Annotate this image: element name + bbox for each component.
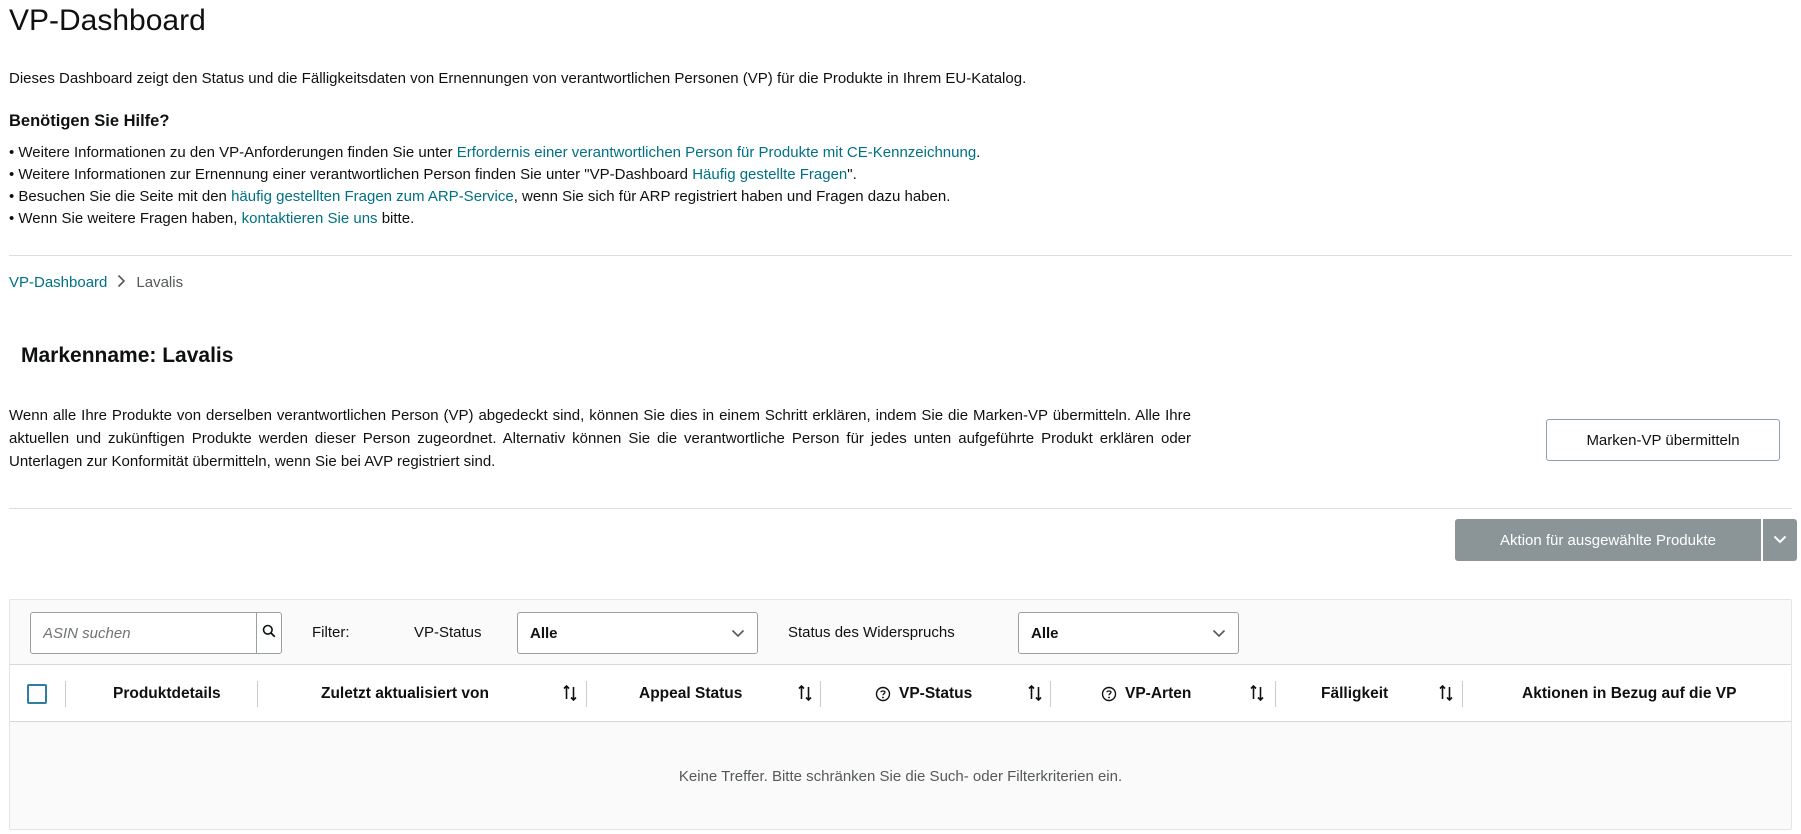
column-header-last-updated: Zuletzt aktualisiert von [321,685,489,702]
breadcrumb: VP-Dashboard Lavalis [9,274,183,291]
help-line-text: • Weitere Informationen zur Ernennung ei… [9,166,693,183]
column-divider [1462,681,1463,707]
column-header-due: Fälligkeit [1321,685,1389,702]
help-line-text: • Besuchen Sie die Seite mit den [9,188,232,205]
help-line-text: bitte. [377,210,415,227]
column-header-actions: Aktionen in Bezug auf die VP [1522,685,1737,702]
column-divider [820,681,821,707]
column-header-vp-status-wrap: VP-Status [875,665,972,723]
divider [9,508,1792,509]
help-line-text: • Wenn Sie weitere Fragen haben, [9,210,242,227]
column-header-appeal-status: Appeal Status [639,685,743,702]
filter-label: Filter: [312,624,350,641]
search-icon [262,624,276,643]
help-line-text: , wenn Sie sich für ARP registriert habe… [513,188,951,205]
column-header-product-details: Produktdetails [113,685,221,702]
column-divider [1275,681,1276,707]
column-divider [257,681,258,707]
chevron-down-icon [731,625,745,642]
column-divider [65,681,66,707]
vp-status-select-value: Alle [530,624,558,642]
sort-icon[interactable] [1250,683,1264,708]
vp-status-filter-label: VP-Status [414,624,482,641]
vp-status-select[interactable]: Alle [517,612,758,654]
column-header-vp-status: VP-Status [899,685,973,702]
column-divider [586,681,587,707]
intro-text: Dieses Dashboard zeigt den Status und di… [9,70,1027,87]
sort-icon[interactable] [1439,683,1453,708]
bulk-action-button[interactable]: Aktion für ausgewählte Produkte [1455,519,1761,561]
help-heading: Benötigen Sie Hilfe? [9,112,170,130]
help-line-text: ". [847,166,857,183]
help-line-text: • Weitere Informationen zu den VP-Anford… [9,144,457,161]
bulk-action-dropdown-toggle[interactable] [1763,519,1797,561]
page-title: VP-Dashboard [9,4,206,37]
sort-icon[interactable] [1028,683,1042,708]
help-line-faq: • Weitere Informationen zur Ernennung ei… [9,166,857,183]
breadcrumb-current: Lavalis [136,274,184,291]
brand-description: Wenn alle Ihre Produkte von derselben ve… [9,407,1191,470]
chevron-down-icon [1773,531,1787,549]
help-circle-icon[interactable] [1101,686,1117,702]
column-header-vp-types-wrap: VP-Arten [1101,665,1191,723]
search-button[interactable] [256,613,281,653]
column-header-vp-types: VP-Arten [1125,685,1192,702]
ce-requirement-link[interactable]: Erfordernis einer verantwortlichen Perso… [457,144,976,161]
breadcrumb-root-link[interactable]: VP-Dashboard [9,274,107,291]
divider [9,255,1792,256]
table-header: Produktdetails Zuletzt aktualisiert von … [10,664,1791,722]
help-line-text: . [976,144,981,161]
select-all-checkbox[interactable] [27,684,47,704]
appeal-status-select-value: Alle [1031,624,1059,642]
help-circle-icon[interactable] [875,686,891,702]
appeal-status-filter-label: Status des Widerspruchs [788,624,955,641]
help-line-requirements: • Weitere Informationen zu den VP-Anford… [9,144,980,161]
faq-link[interactable]: Häufig gestellte Fragen [692,166,847,183]
chevron-down-icon [1212,625,1226,642]
help-line-arp: • Besuchen Sie die Seite mit den häufig … [9,188,950,205]
arp-faq-link[interactable]: häufig gestellten Fragen zum ARP-Service [231,188,514,205]
submit-brand-vp-button[interactable]: Marken-VP übermitteln [1546,419,1780,461]
breadcrumb-chevron-icon [117,274,126,291]
help-line-contact: • Wenn Sie weitere Fragen haben, kontakt… [9,210,414,227]
sort-icon[interactable] [798,683,812,708]
asin-search [30,612,282,654]
asin-search-input[interactable] [31,613,256,653]
empty-table-message: Keine Treffer. Bitte schränken Sie die S… [678,768,1123,785]
appeal-status-select[interactable]: Alle [1018,612,1239,654]
contact-us-link[interactable]: kontaktieren Sie uns [242,210,378,227]
column-divider [1050,681,1051,707]
bulk-action-group: Aktion für ausgewählte Produkte [1455,519,1797,561]
sort-icon[interactable] [563,683,577,708]
brand-title: Markenname: Lavalis [21,344,234,367]
